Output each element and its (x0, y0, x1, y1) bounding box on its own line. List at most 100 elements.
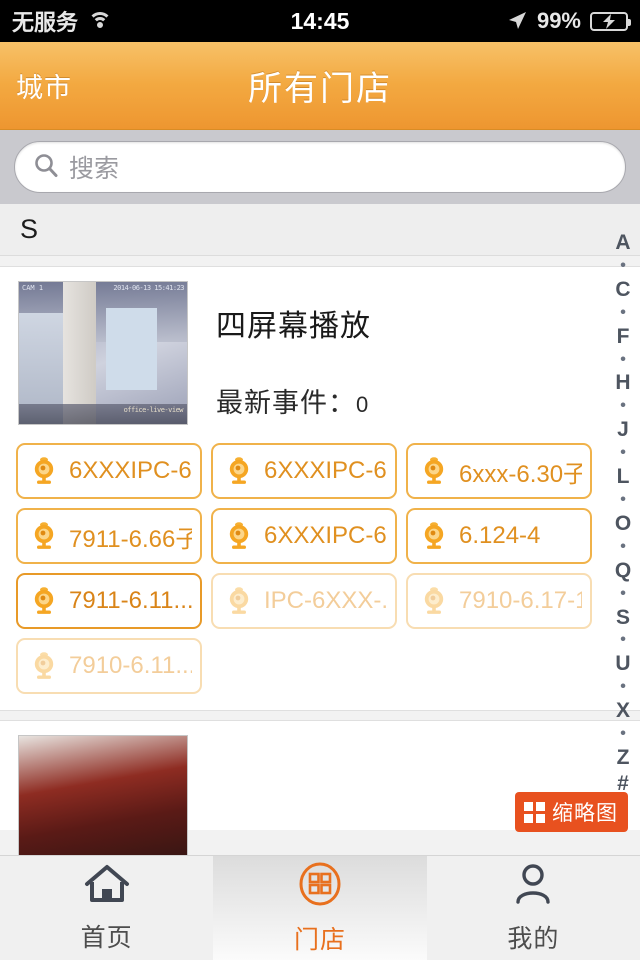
camera-chip[interactable]: 6XXXIPC-6... (211, 443, 397, 499)
index-bar-entry[interactable]: • (620, 257, 626, 274)
camera-chip-label: 6xxx-6.30子 (459, 460, 582, 488)
battery-percent-label: 99% (536, 8, 581, 33)
index-bar-entry[interactable]: • (620, 445, 626, 461)
index-bar-entry[interactable]: U (615, 653, 630, 674)
store-card-meta: 四屏幕播放 最新事件：0 (216, 281, 371, 425)
index-bar-entry[interactable]: L (617, 466, 630, 487)
person-icon (510, 862, 556, 911)
index-bar-entry[interactable]: Q (615, 560, 631, 581)
alphabet-index-bar[interactable]: A • C • F • H • J • L • O • Q • S • U • X • Z # (606, 228, 640, 798)
index-bar-entry[interactable]: F (617, 326, 630, 347)
camera-chip-label: 6.124-4 (459, 522, 541, 549)
store-latest-event: 最新事件：0 (216, 381, 371, 420)
camera-chip-label: 6XXXIPC-6... (264, 522, 387, 549)
camera-chip-label: 6XXXIPC-6... (264, 457, 387, 484)
battery-charging-icon (590, 11, 631, 31)
search-placeholder: 搜索 (69, 155, 120, 183)
thumbnail-bottom-label: office-live-view (123, 406, 184, 414)
nav-back-button[interactable]: 城市 (0, 66, 72, 105)
camera-chip[interactable]: 7911-6.66子 (16, 508, 202, 564)
index-bar-entry[interactable]: X (616, 700, 630, 721)
search-input[interactable]: 搜索 (14, 141, 626, 193)
index-bar-entry[interactable]: O (615, 513, 631, 534)
index-bar-entry[interactable]: • (620, 351, 626, 368)
camera-chip[interactable]: 6.124-4 (406, 508, 592, 564)
store-card-header: CAM 1 2014-06-13 15:41:23 office-live-vi… (0, 281, 640, 425)
tab-home[interactable]: 首页 (0, 856, 213, 960)
camera-chip[interactable]: 7910-6.11... (16, 638, 202, 694)
index-bar-entry[interactable]: H (615, 372, 630, 393)
index-bar-entry[interactable]: Z (617, 747, 630, 768)
camera-chip-label: 7910-6.17-1 (459, 587, 582, 614)
index-bar-entry[interactable]: • (620, 726, 626, 742)
camera-chip-label: 7910-6.11... (69, 652, 192, 679)
index-bar-entry[interactable]: J (617, 419, 629, 440)
index-bar-entry[interactable]: S (616, 607, 630, 628)
thumbnail-overlay-rect (106, 307, 157, 390)
index-bar-entry[interactable]: • (620, 538, 626, 555)
webcam-icon (229, 457, 249, 484)
camera-chip[interactable]: 6XXXIPC-6... (16, 443, 202, 499)
status-bar-right: 99% (506, 8, 631, 34)
thumbnail-timestamp: 2014-06-13 15:41:23 (113, 284, 184, 292)
carrier-label: 无服务 (12, 10, 79, 35)
webcam-icon (229, 522, 249, 549)
thumbnail-view-label: 缩略图 (552, 802, 618, 825)
thumbnail-view-button[interactable]: 缩略图 (515, 792, 628, 832)
index-bar-entry[interactable]: • (620, 632, 626, 648)
index-bar-entry[interactable]: • (620, 679, 626, 695)
camera-chip[interactable]: 6xxx-6.30子 (406, 443, 592, 499)
tab-home-label: 首页 (80, 923, 133, 952)
index-bar-entry[interactable]: C (615, 279, 630, 300)
webcam-icon (34, 652, 54, 679)
status-bar-left: 无服务 (12, 5, 113, 37)
webcam-icon (424, 457, 444, 484)
webcam-icon (424, 587, 444, 614)
store-list[interactable]: CAM 1 2014-06-13 15:41:23 office-live-vi… (0, 266, 640, 855)
status-bar: 无服务 14:45 99% (0, 0, 640, 42)
latest-event-count: 0 (356, 392, 370, 417)
phone-screen: 无服务 14:45 99% 城市 所有门店 搜索 S CAM 1 2014-06… (0, 0, 640, 960)
camera-chip-label: 6XXXIPC-6... (69, 457, 192, 484)
nav-bar: 城市 所有门店 (0, 42, 640, 130)
section-header: S (0, 204, 640, 256)
latest-event-label: 最新事件： (216, 388, 356, 418)
camera-chip[interactable]: 7911-6.11... (16, 573, 202, 629)
camera-chip-label: 7911-6.11... (69, 587, 192, 614)
webcam-icon (34, 587, 54, 614)
store-card[interactable]: CAM 1 2014-06-13 15:41:23 office-live-vi… (0, 266, 640, 711)
index-bar-entry[interactable]: A (615, 232, 630, 253)
home-icon (84, 863, 130, 910)
camera-chip[interactable]: IPC-6XXX-... (211, 573, 397, 629)
search-bar-container: 搜索 (0, 130, 640, 204)
tab-stores-label: 门店 (293, 925, 346, 954)
webcam-icon (229, 587, 249, 614)
camera-chip-list: 6XXXIPC-6... 6XXXIPC-6... 6xxx-6.30子 791… (0, 425, 640, 698)
thumbnail-corner-label: CAM 1 (22, 284, 44, 292)
page-title: 所有门店 (248, 70, 392, 108)
camera-chip-label: 7911-6.66子 (69, 525, 192, 553)
index-bar-entry[interactable]: • (620, 491, 626, 508)
camera-chip-label: IPC-6XXX-... (264, 587, 387, 614)
location-arrow-icon (506, 10, 528, 32)
camera-chip[interactable]: 7910-6.17-1 (406, 573, 592, 629)
search-icon (33, 152, 59, 183)
store-thumbnail-partial[interactable] (18, 735, 188, 855)
tab-stores[interactable]: 门店 (213, 856, 427, 960)
webcam-icon (34, 457, 54, 484)
webcam-icon (424, 522, 444, 549)
tab-profile-label: 我的 (507, 924, 560, 953)
store-name: 四屏幕播放 (216, 310, 371, 343)
webcam-icon (34, 522, 54, 549)
grid-icon (524, 801, 545, 823)
index-bar-entry[interactable]: # (617, 773, 629, 794)
index-bar-entry[interactable]: • (620, 398, 626, 414)
index-bar-entry[interactable]: • (620, 304, 626, 321)
store-thumbnail[interactable]: CAM 1 2014-06-13 15:41:23 office-live-vi… (18, 281, 188, 425)
index-bar-entry[interactable]: • (620, 585, 626, 602)
tab-profile[interactable]: 我的 (427, 856, 640, 960)
store-grid-icon (297, 861, 343, 912)
tab-bar: 首页 门店 我的 (0, 855, 640, 960)
wifi-icon (87, 11, 113, 31)
camera-chip[interactable]: 6XXXIPC-6... (211, 508, 397, 564)
